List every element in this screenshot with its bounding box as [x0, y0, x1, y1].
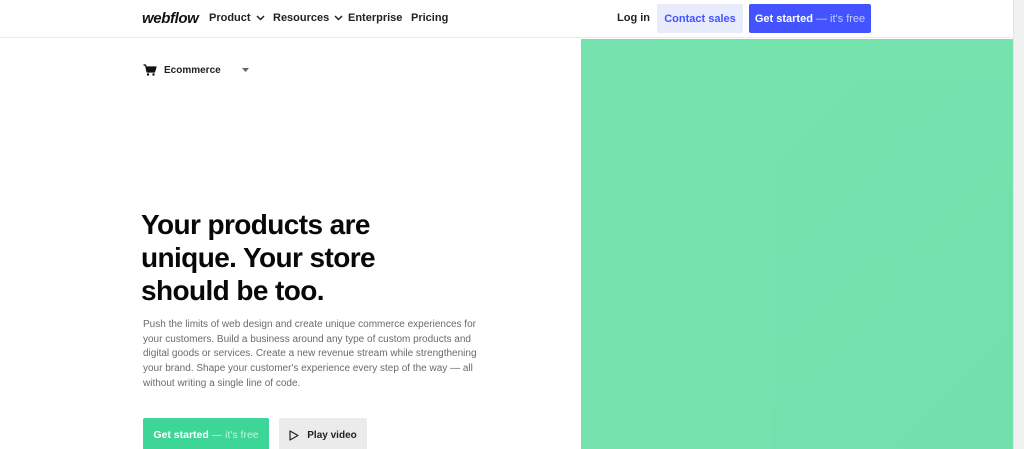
caret-down-icon: [241, 68, 249, 72]
nav-item-label: Product: [209, 12, 251, 24]
nav-item-label: Enterprise: [348, 12, 403, 24]
get-started-button[interactable]: Get started — it's free: [749, 4, 871, 33]
get-started-suffix: — it's free: [812, 12, 866, 25]
get-started-label: Get started: [754, 12, 813, 25]
hero-description: Push the limits of web design and create…: [143, 319, 477, 389]
hero-get-started-button[interactable]: Get started — it's free: [143, 418, 269, 449]
cart-icon: [143, 64, 157, 76]
play-icon: [289, 429, 299, 441]
nav-item-enterprise[interactable]: Enterprise: [348, 12, 402, 24]
panel-shading: [771, 79, 1013, 449]
login-link[interactable]: Log in: [617, 12, 650, 24]
breadcrumb-label: Ecommerce: [164, 64, 221, 76]
play-video-button[interactable]: Play video: [279, 418, 367, 449]
breadcrumb[interactable]: Ecommerce: [143, 64, 249, 76]
nav-item-label: Pricing: [411, 12, 449, 24]
chevron-down-icon: [334, 15, 343, 21]
page-scrollbar[interactable]: [1013, 0, 1024, 449]
play-video-label: Play video: [307, 429, 357, 441]
chevron-down-icon: [256, 15, 265, 21]
nav-item-label: Resources: [273, 12, 330, 24]
hero-image-panel: [581, 39, 1013, 449]
hero-get-started-suffix: — it's free: [208, 429, 259, 441]
hero-get-started-label: Get started: [153, 429, 209, 441]
contact-sales-button[interactable]: Contact sales: [657, 4, 743, 33]
nav-item-resources[interactable]: Resources: [273, 12, 343, 24]
nav-item-pricing[interactable]: Pricing: [411, 12, 448, 24]
webflow-logo[interactable]: webflow: [142, 10, 199, 27]
top-navigation: webflow Product Resources Enterprise Pri…: [0, 0, 1013, 38]
nav-item-product[interactable]: Product: [209, 12, 265, 24]
page-title: Your products are unique. Your store sho…: [141, 209, 376, 306]
